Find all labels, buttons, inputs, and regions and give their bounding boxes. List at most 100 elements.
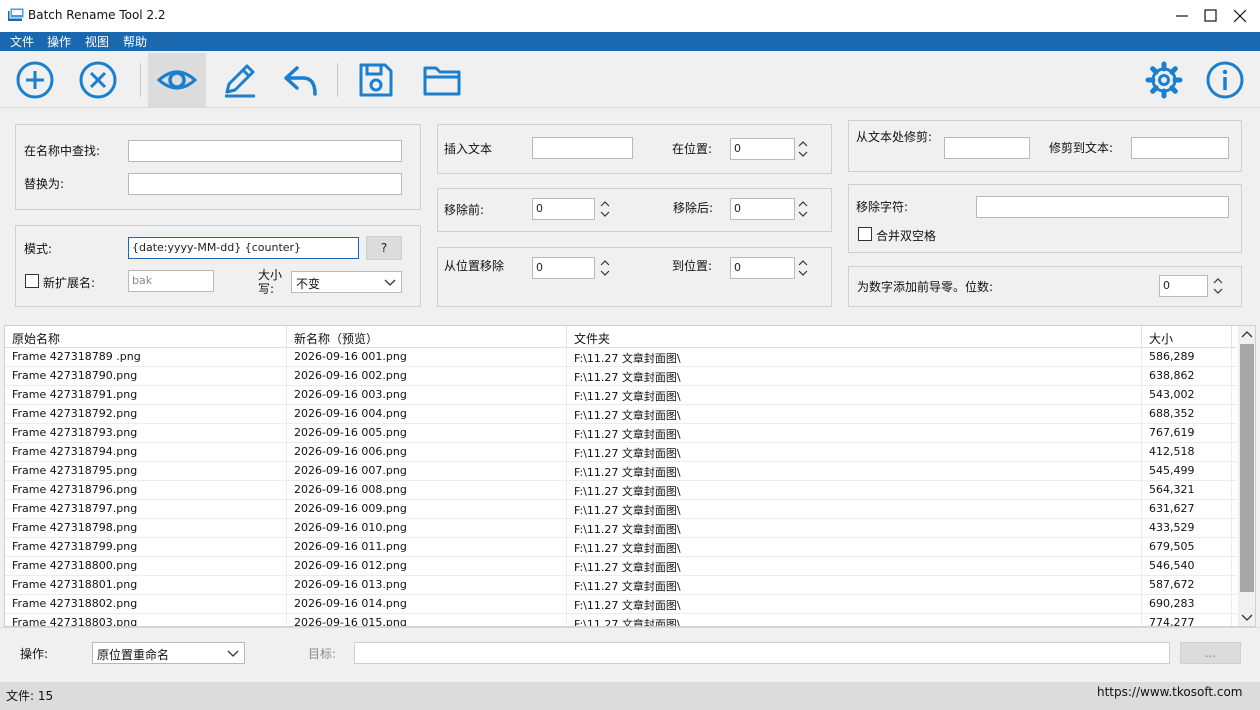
cell-size: 545,499 xyxy=(1142,462,1232,481)
trim-to-input[interactable] xyxy=(1131,137,1229,159)
scroll-up-icon[interactable] xyxy=(1241,330,1253,340)
merge-spaces-checkbox[interactable] xyxy=(858,227,872,241)
trim-from-input[interactable] xyxy=(944,137,1030,159)
remove-after-input[interactable]: 0 xyxy=(730,198,795,220)
cell-original-name: Frame 427318795.png xyxy=(5,462,287,481)
remove-chars-input[interactable] xyxy=(976,196,1229,218)
remove-before-input[interactable]: 0 xyxy=(532,198,595,220)
remove-after-spinner[interactable] xyxy=(797,198,809,220)
cell-folder: F:\11.27 文章封面图\ xyxy=(567,576,1142,595)
column-original-name[interactable]: 原始名称 xyxy=(5,326,287,348)
case-label: 大小写: xyxy=(258,268,283,296)
replace-input[interactable] xyxy=(128,173,402,195)
target-input[interactable] xyxy=(354,642,1170,664)
scrollbar-thumb[interactable] xyxy=(1240,344,1254,592)
table-row[interactable]: Frame 427318801.png 2026-09-16 013.png F:\… xyxy=(5,576,1237,595)
leading-zero-spinner[interactable] xyxy=(1212,275,1224,297)
cell-folder: F:\11.27 文章封面图\ xyxy=(567,557,1142,576)
vertical-scrollbar[interactable] xyxy=(1238,326,1255,626)
remove-before-spinner[interactable] xyxy=(599,198,611,220)
cell-original-name: Frame 427318798.png xyxy=(5,519,287,538)
leading-zero-label: 为数字添加前导零。位数: xyxy=(857,280,994,294)
cell-folder: F:\11.27 文章封面图\ xyxy=(567,519,1142,538)
open-folder-button[interactable] xyxy=(413,53,471,107)
pattern-label: 模式: xyxy=(24,242,53,256)
add-files-button[interactable] xyxy=(6,53,64,107)
close-icon[interactable] xyxy=(1228,4,1252,28)
insert-text-label: 插入文本 xyxy=(444,142,493,156)
remove-to-input[interactable]: 0 xyxy=(730,257,795,279)
cell-new-name: 2026-09-16 013.png xyxy=(287,576,567,595)
undo-button[interactable] xyxy=(272,53,330,107)
column-folder[interactable]: 文件夹 xyxy=(567,326,1142,348)
file-list-body: Frame 427318789 .png 2026-09-16 001.png F:… xyxy=(5,348,1237,626)
preview-button[interactable] xyxy=(148,53,206,107)
table-row[interactable]: Frame 427318799.png 2026-09-16 011.png F:\… xyxy=(5,538,1237,557)
table-row[interactable]: Frame 427318796.png 2026-09-16 008.png F:\… xyxy=(5,481,1237,500)
cell-new-name: 2026-09-16 012.png xyxy=(287,557,567,576)
settings-button[interactable] xyxy=(1135,53,1193,107)
remove-from-spinner[interactable] xyxy=(599,257,611,279)
table-row[interactable]: Frame 427318793.png 2026-09-16 005.png F:\… xyxy=(5,424,1237,443)
new-extension-input[interactable]: bak xyxy=(128,270,214,292)
menu-bar: 文件 操作 视图 帮助 xyxy=(0,32,1260,51)
cell-size: 587,672 xyxy=(1142,576,1232,595)
cell-folder: F:\11.27 文章封面图\ xyxy=(567,405,1142,424)
new-extension-checkbox[interactable] xyxy=(25,274,39,288)
operation-select[interactable]: 原位置重命名 xyxy=(92,642,245,664)
table-row[interactable]: Frame 427318797.png 2026-09-16 009.png F:\… xyxy=(5,500,1237,519)
toolbar-separator xyxy=(140,63,141,97)
case-select[interactable]: 不变 xyxy=(291,271,402,293)
folder-icon xyxy=(423,66,461,96)
table-row[interactable]: Frame 427318791.png 2026-09-16 003.png F:\… xyxy=(5,386,1237,405)
insert-text-input[interactable] xyxy=(532,137,633,159)
cell-folder: F:\11.27 文章封面图\ xyxy=(567,367,1142,386)
cell-new-name: 2026-09-16 005.png xyxy=(287,424,567,443)
leading-zero-input[interactable]: 0 xyxy=(1159,275,1208,297)
table-row[interactable]: Frame 427318800.png 2026-09-16 012.png F:\… xyxy=(5,557,1237,576)
cell-size: 564,321 xyxy=(1142,481,1232,500)
remove-from-label: 从位置移除 xyxy=(444,259,505,273)
insert-position-input[interactable]: 0 xyxy=(730,138,795,160)
table-row[interactable]: Frame 427318798.png 2026-09-16 010.png F:\… xyxy=(5,519,1237,538)
table-row[interactable]: Frame 427318790.png 2026-09-16 002.png F:\… xyxy=(5,367,1237,386)
cell-folder: F:\11.27 文章封面图\ xyxy=(567,481,1142,500)
browse-button[interactable]: ... xyxy=(1180,642,1241,664)
table-row[interactable]: Frame 427318803.png 2026-09-16 015.png F:\… xyxy=(5,614,1237,626)
cell-folder: F:\11.27 文章封面图\ xyxy=(567,462,1142,481)
remove-to-spinner[interactable] xyxy=(797,257,809,279)
edit-button[interactable] xyxy=(210,53,268,107)
find-input[interactable] xyxy=(128,140,402,162)
file-list[interactable]: 原始名称 新名称（预览） 文件夹 大小 Frame 427318789 .png… xyxy=(4,325,1256,627)
about-button[interactable] xyxy=(1196,53,1254,107)
file-list-header: 原始名称 新名称（预览） 文件夹 大小 xyxy=(5,326,1237,348)
pattern-help-button[interactable]: ? xyxy=(366,236,402,260)
table-row[interactable]: Frame 427318795.png 2026-09-16 007.png F:\… xyxy=(5,462,1237,481)
maximize-icon[interactable] xyxy=(1198,4,1222,28)
cell-size: 546,540 xyxy=(1142,557,1232,576)
pattern-input[interactable]: {date:yyyy-MM-dd} {counter} xyxy=(128,237,359,259)
remove-icon xyxy=(79,61,117,99)
cell-original-name: Frame 427318797.png xyxy=(5,500,287,519)
menu-view[interactable]: 视图 xyxy=(83,33,111,50)
cell-new-name: 2026-09-16 015.png xyxy=(287,614,567,626)
cell-size: 638,862 xyxy=(1142,367,1232,386)
menu-operation[interactable]: 操作 xyxy=(45,33,73,50)
column-size[interactable]: 大小 xyxy=(1142,326,1232,348)
column-new-name[interactable]: 新名称（预览） xyxy=(287,326,567,348)
file-count: 文件: 15 xyxy=(6,689,54,703)
website-link[interactable]: https://www.tkosoft.com xyxy=(1097,685,1243,699)
table-row[interactable]: Frame 427318802.png 2026-09-16 014.png F:\… xyxy=(5,595,1237,614)
table-row[interactable]: Frame 427318789 .png 2026-09-16 001.png F:… xyxy=(5,348,1237,367)
save-button[interactable] xyxy=(347,53,405,107)
table-row[interactable]: Frame 427318792.png 2026-09-16 004.png F:\… xyxy=(5,405,1237,424)
minimize-icon[interactable] xyxy=(1170,4,1194,28)
cell-original-name: Frame 427318794.png xyxy=(5,443,287,462)
remove-files-button[interactable] xyxy=(69,53,127,107)
insert-position-spinner[interactable] xyxy=(797,138,809,160)
remove-from-input[interactable]: 0 xyxy=(532,257,595,279)
table-row[interactable]: Frame 427318794.png 2026-09-16 006.png F:\… xyxy=(5,443,1237,462)
menu-file[interactable]: 文件 xyxy=(8,33,36,50)
scroll-down-icon[interactable] xyxy=(1241,612,1253,622)
menu-help[interactable]: 帮助 xyxy=(121,33,149,50)
